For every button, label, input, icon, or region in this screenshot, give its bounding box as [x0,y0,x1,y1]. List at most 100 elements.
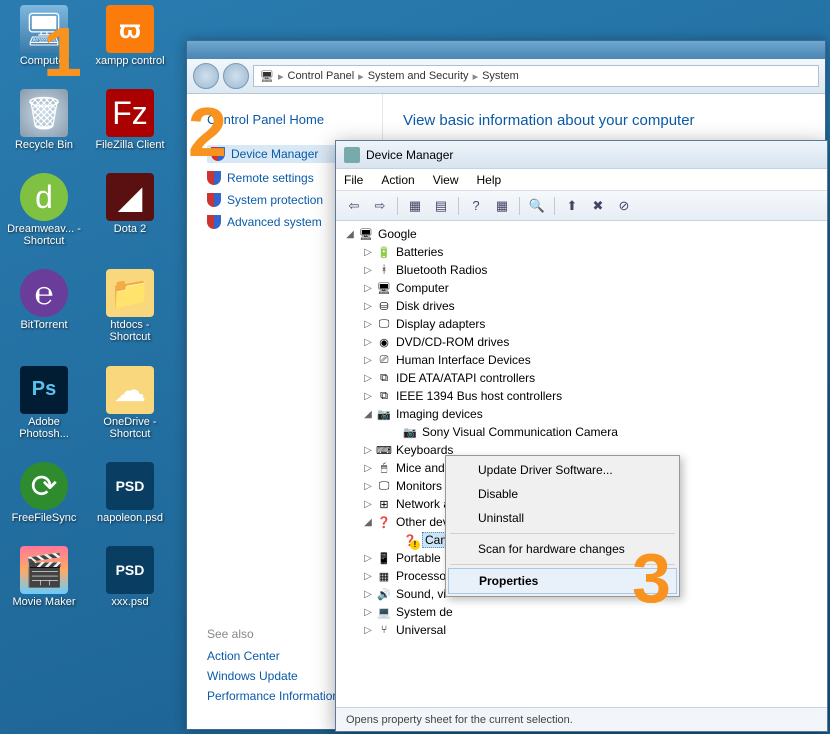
desktop-icon-psd[interactable]: PSDxxx.psd [91,546,169,608]
tb-scan-icon[interactable]: 🔍 [525,195,549,217]
expand-icon[interactable]: ▷ [362,283,374,294]
device-label: DVD/CD-ROM drives [396,335,509,349]
desktop-icon-bittorrent[interactable]: ℮BitTorrent [5,269,83,343]
expand-icon[interactable]: ▷ [362,607,374,618]
context-menu-item[interactable]: Uninstall [448,506,677,530]
device-icon: 🔊 [376,586,392,602]
expand-icon[interactable]: ▷ [362,373,374,384]
device-icon: ❓ [376,514,392,530]
expand-icon[interactable]: ▷ [362,265,374,276]
desktop-icon-dota[interactable]: ◢Dota 2 [91,173,169,247]
desktop-icon-label: Dreamweav... - Shortcut [6,223,82,247]
context-menu-separator [450,533,675,534]
expand-icon[interactable]: ◢ [362,409,374,420]
desktop-icon-xampp[interactable]: ϖxampp control [91,5,169,67]
context-menu-item[interactable]: Properties [448,568,677,594]
desktop-icon-computer[interactable]: 🖥Computer [5,5,83,67]
device-label: Human Interface Devices [396,353,531,367]
breadcrumb-item[interactable]: System [482,70,519,82]
tree-node[interactable]: ▷⧉IEEE 1394 Bus host controllers [336,387,827,405]
tree-node[interactable]: ▷🔋Batteries [336,243,827,261]
tree-node[interactable]: ▷⧉IDE ATA/ATAPI controllers [336,369,827,387]
dm-toolbar: ⇦ ⇨ ▦ ▤ ? ▦ 🔍 ⬆ ✖ ⊘ [336,191,827,221]
expand-icon[interactable]: ▷ [362,337,374,348]
tb-forward-icon[interactable]: ⇨ [368,195,392,217]
tb-properties-icon[interactable]: ▤ [429,195,453,217]
desktop-icon-bin[interactable]: 🗑Recycle Bin [5,89,83,151]
breadcrumb[interactable]: 🖥 ▸ Control Panel ▸ System and Security … [253,65,819,87]
tree-node[interactable]: 📷Sony Visual Communication Camera [336,423,827,441]
breadcrumb-item[interactable]: System and Security [368,70,469,82]
device-icon: ◉ [376,334,392,350]
tb-uninstall-icon[interactable]: ✖ [586,195,610,217]
desktop-icon-dreamweaver[interactable]: dDreamweav... - Shortcut [5,173,83,247]
tb-help-icon[interactable]: ? [464,195,488,217]
menu-action[interactable]: Action [381,173,414,187]
desktop-icon-psd[interactable]: PSDnapoleon.psd [91,462,169,524]
tree-node[interactable]: ▷⛁Disk drives [336,297,827,315]
expand-icon[interactable]: ◢ [344,229,356,240]
breadcrumb-icon: 🖥 [260,70,274,83]
shield-icon [207,171,221,185]
expand-icon[interactable]: ▷ [362,445,374,456]
tree-node[interactable]: ▷⎚ Human Interface Devices [336,351,827,369]
tb-view-icon[interactable]: ▦ [490,195,514,217]
desktop-icon-label: xampp control [95,55,164,67]
expand-icon[interactable]: ▷ [362,571,374,582]
device-icon: 💻 [376,604,392,620]
context-menu-item[interactable]: Update Driver Software... [448,458,677,482]
desktop-icon-onedrive[interactable]: ☁OneDrive - Shortcut [91,366,169,440]
menu-help[interactable]: Help [477,173,502,187]
tree-node[interactable]: ▷⑂Universal [336,621,827,639]
device-icon: ⧉ [376,388,392,404]
device-label: Batteries [396,245,443,259]
back-button[interactable] [193,63,219,89]
tb-update-icon[interactable]: ⬆ [560,195,584,217]
tree-node[interactable]: ▷◉ DVD/CD-ROM drives [336,333,827,351]
desktop-icon-filezilla[interactable]: FzFileZilla Client [91,89,169,151]
expand-icon[interactable]: ▷ [362,355,374,366]
expand-icon[interactable]: ▷ [362,481,374,492]
expand-icon[interactable]: ▷ [362,391,374,402]
expand-icon[interactable]: ▷ [362,499,374,510]
expand-icon[interactable]: ▷ [362,589,374,600]
context-menu-item[interactable]: Disable [448,482,677,506]
menu-view[interactable]: View [433,173,459,187]
desktop-icon-label: FreeFileSync [12,512,77,524]
dm-titlebar[interactable]: Device Manager [336,141,827,169]
expand-icon[interactable]: ▷ [362,301,374,312]
cp-navbar: 🖥 ▸ Control Panel ▸ System and Security … [187,59,825,94]
context-menu-item[interactable]: Scan for hardware changes [448,537,677,561]
dm-statusbar: Opens property sheet for the current sel… [336,707,827,731]
desktop-icon-label: Recycle Bin [15,139,73,151]
forward-button[interactable] [223,63,249,89]
tb-disable-icon[interactable]: ⊘ [612,195,636,217]
expand-icon[interactable]: ▷ [362,247,374,258]
menu-file[interactable]: File [344,173,363,187]
tree-node[interactable]: ▷ᚼBluetooth Radios [336,261,827,279]
breadcrumb-item[interactable]: Control Panel [288,70,355,82]
tree-node[interactable]: ▷🖥Computer [336,279,827,297]
device-icon: ⎚ [376,352,392,368]
desktop-icon-htdocs[interactable]: 📁htdocs - Shortcut [91,269,169,343]
device-manager-window: Device Manager File Action View Help ⇦ ⇨… [335,140,828,732]
device-label: Disk drives [396,299,455,313]
cp-home-link[interactable]: Control Panel Home [207,112,372,127]
tree-node[interactable]: ◢📷Imaging devices [336,405,827,423]
tb-back-icon[interactable]: ⇦ [342,195,366,217]
tree-node[interactable]: ▷🖵Display adapters [336,315,827,333]
tree-node[interactable]: ◢🖥Google [336,225,827,243]
desktop-icon-movie[interactable]: 🎬Movie Maker [5,546,83,608]
expand-icon[interactable]: ▷ [362,319,374,330]
desktop-icon-ps[interactable]: PsAdobe Photosh... [5,366,83,440]
expand-icon[interactable]: ◢ [362,517,374,528]
expand-icon[interactable]: ▷ [362,553,374,564]
expand-icon[interactable]: ▷ [362,625,374,636]
cp-titlebar[interactable] [187,41,825,59]
tree-node[interactable]: ▷💻System de [336,603,827,621]
shield-icon [207,193,221,207]
desktop-icon-ffs[interactable]: ⟳FreeFileSync [5,462,83,524]
expand-icon[interactable]: ▷ [362,463,374,474]
tb-show-hidden-icon[interactable]: ▦ [403,195,427,217]
device-icon: ᚼ [376,262,392,278]
